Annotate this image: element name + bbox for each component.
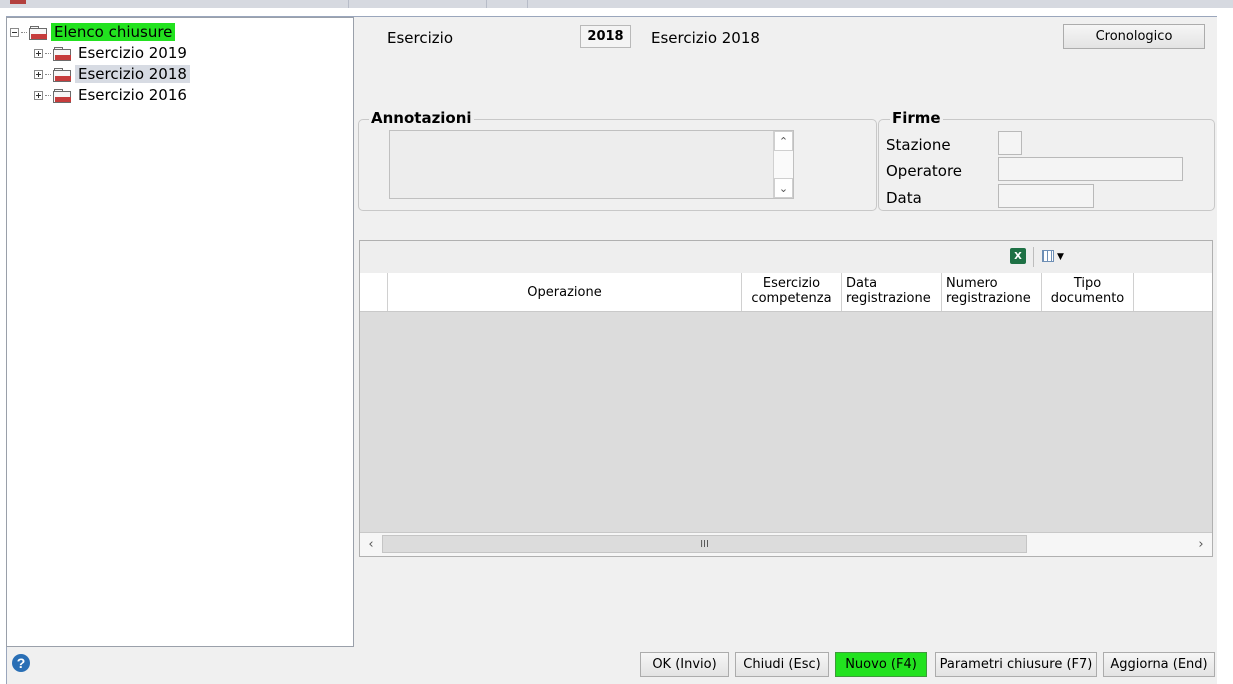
esercizio-description: Esercizio 2018 [651,29,760,47]
scroll-right-icon[interactable]: › [1191,535,1211,553]
expand-icon[interactable] [34,90,43,100]
annotazioni-title: Annotazioni [369,109,474,127]
folder-icon [53,88,71,103]
tree-item-label[interactable]: Esercizio 2019 [75,44,190,62]
operatore-field[interactable] [998,157,1183,181]
scroll-left-icon[interactable]: ‹ [361,535,381,553]
folder-icon [29,25,47,40]
stazione-field[interactable] [998,131,1022,155]
tree-item-esercizio-2019[interactable]: Esercizio 2019 [34,43,190,63]
column-header-data-registrazione[interactable]: Data registrazione [842,273,942,311]
grid-toolbar: X ▼ [360,241,1212,274]
grid-header: Operazione Esercizio competenza Data reg… [360,273,1212,312]
tree-item-label[interactable]: Esercizio 2016 [75,86,190,104]
esercizio-field[interactable]: 2018 [580,25,631,48]
cronologico-button[interactable]: Cronologico [1063,24,1205,49]
collapse-icon[interactable] [10,27,19,37]
row-selector-header [360,273,388,311]
tree-item-esercizio-2018[interactable]: Esercizio 2018 [34,64,190,84]
excel-icon[interactable]: X [1010,248,1026,264]
parametri-chiusure-button[interactable]: Parametri chiusure (F7) [935,652,1097,677]
column-header-numero-registrazione[interactable]: Numero registrazione [942,273,1042,311]
folder-icon [53,67,71,82]
column-header-operazione[interactable]: Operazione [388,273,742,311]
tree-root[interactable]: Elenco chiusure [10,22,176,42]
data-field[interactable] [998,184,1094,208]
window-top-strip [0,0,1233,8]
data-label: Data [886,189,922,207]
closures-tree[interactable]: Elenco chiusure Esercizio 2019 Esercizio… [6,17,354,647]
tree-root-label[interactable]: Elenco chiusure [51,23,176,41]
expand-icon[interactable] [34,48,43,58]
scroll-thumb[interactable]: III [382,535,1027,553]
app-icon [10,0,26,4]
tree-item-esercizio-2016[interactable]: Esercizio 2016 [34,85,190,105]
column-header-tipo-documento[interactable]: Tipo documento [1042,273,1134,311]
annotazioni-textarea[interactable]: ⌃ ⌄ [389,130,794,199]
grid-horizontal-scrollbar[interactable]: ‹ III › [360,532,1212,556]
chiudi-button[interactable]: Chiudi (Esc) [735,652,829,677]
help-icon[interactable]: ? [12,654,30,672]
annotazioni-scrollbar[interactable]: ⌃ ⌄ [773,131,793,198]
nuovo-button[interactable]: Nuovo (F4) [835,652,927,677]
scroll-up-icon[interactable]: ⌃ [774,131,793,151]
ok-button[interactable]: OK (Invio) [640,652,729,677]
column-header-esercizio-competenza[interactable]: Esercizio competenza [742,273,842,311]
scroll-down-icon[interactable]: ⌄ [774,178,793,198]
stazione-label: Stazione [886,136,951,154]
firme-title: Firme [890,109,943,127]
tree-item-label[interactable]: Esercizio 2018 [75,65,190,83]
column-chooser-icon[interactable]: ▼ [1042,249,1066,265]
operatore-label: Operatore [886,162,963,180]
folder-icon [53,46,71,61]
esercizio-label: Esercizio [387,29,453,47]
aggiorna-button[interactable]: Aggiorna (End) [1103,652,1215,677]
expand-icon[interactable] [34,69,43,79]
operations-grid[interactable]: X ▼ Operazione Esercizio competenza Data… [359,240,1213,557]
